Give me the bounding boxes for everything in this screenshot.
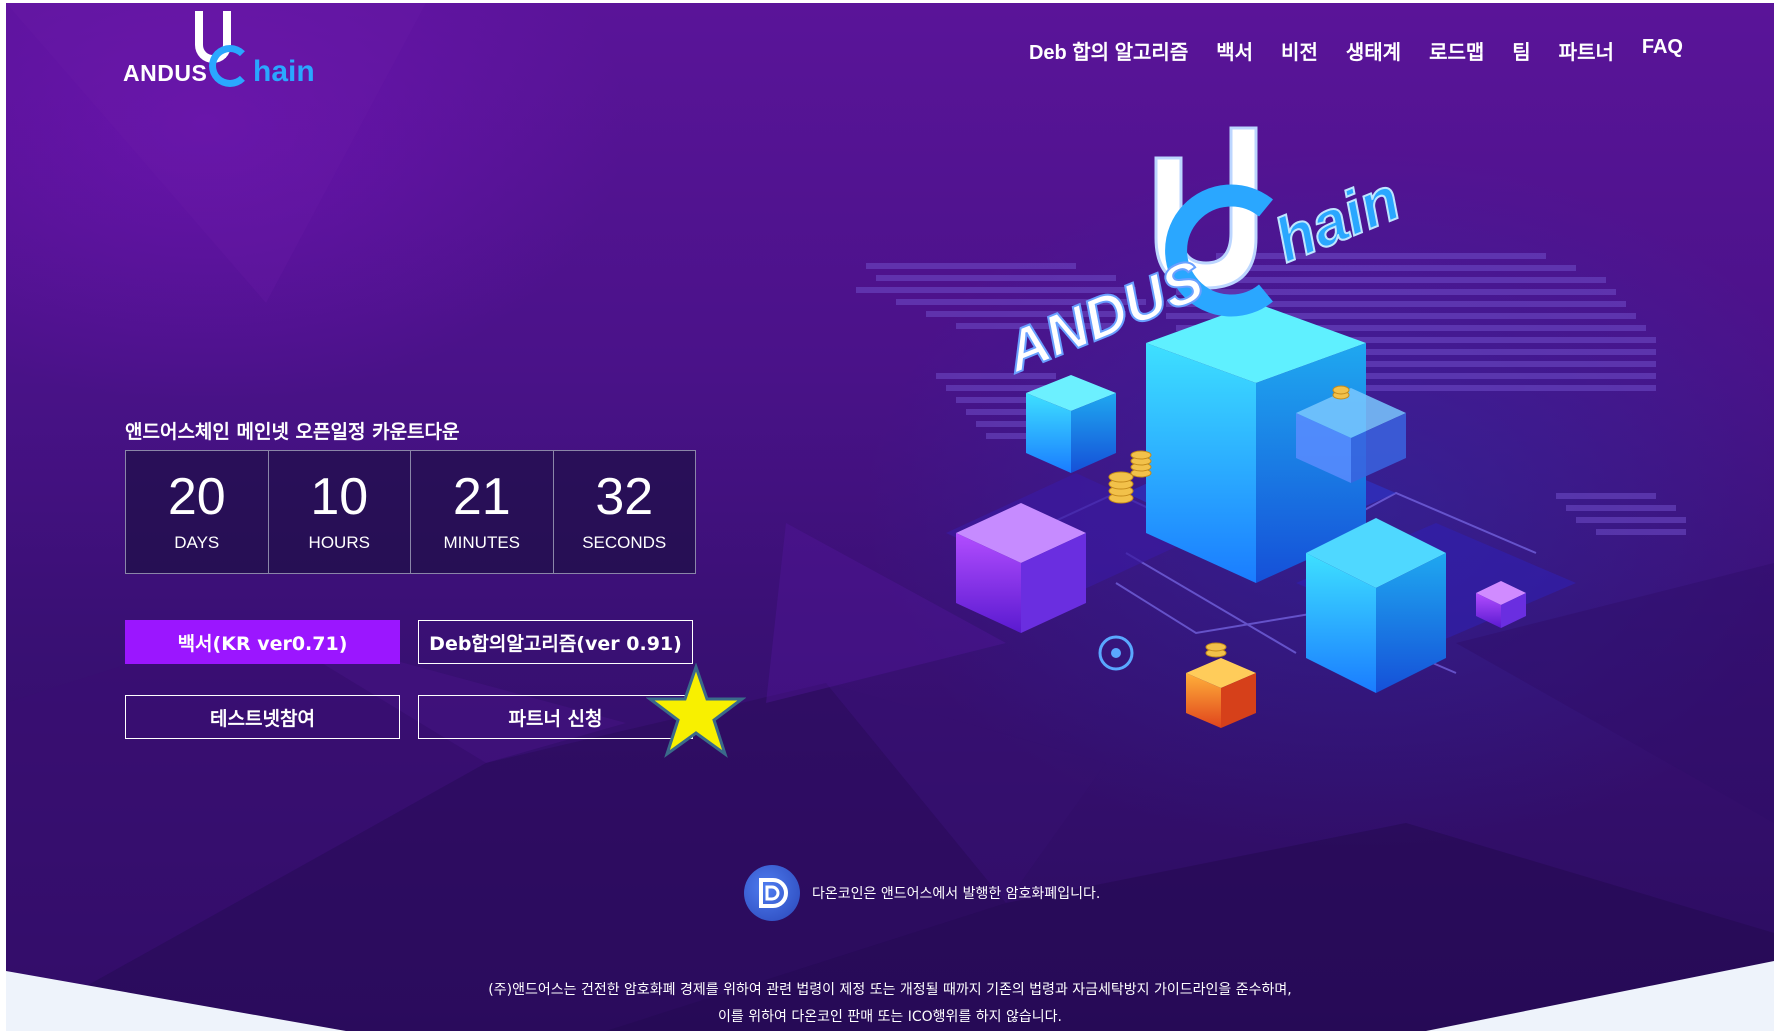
- nav-partner[interactable]: 파트너: [1559, 36, 1614, 65]
- illustration-text-hain: hain: [1265, 164, 1409, 276]
- deb-algorithm-button[interactable]: Deb합의알고리즘(ver 0.91): [418, 620, 693, 664]
- days-value: 20: [167, 468, 226, 526]
- logo-text-andus: ANDUS: [123, 60, 208, 86]
- nav-deb-algorithm[interactable]: Deb 합의 알고리즘: [1029, 36, 1188, 65]
- disclaimer-line-1: (주)앤드어스는 건전한 암호화폐 경제를 위하여 관련 법령이 제정 또는 개…: [488, 982, 1292, 998]
- nav-whitepaper[interactable]: 백서: [1216, 36, 1253, 65]
- coin-note-text: 다온코인은 앤드어스에서 발행한 암호화폐입니다.: [812, 886, 1101, 902]
- testnet-join-button[interactable]: 테스트넷참여: [125, 695, 400, 739]
- countdown-days: 20 DAYS: [126, 451, 269, 573]
- seconds-value: 32: [595, 468, 654, 526]
- andus-chain-illustration: ANDUS hain: [856, 126, 1686, 728]
- coin-note: 다온코인은 앤드어스에서 발행한 암호화폐입니다.: [744, 865, 1100, 921]
- daon-coin-icon: [744, 865, 800, 921]
- countdown-minutes: 21 MINUTES: [411, 451, 554, 573]
- logo-text-hain: hain: [253, 55, 315, 88]
- countdown-hours: 10 HOURS: [269, 451, 411, 573]
- seconds-label: SECONDS: [582, 533, 667, 552]
- minutes-value: 21: [452, 468, 511, 526]
- nav-ecosystem[interactable]: 생태계: [1346, 36, 1401, 65]
- whitepaper-button[interactable]: 백서(KR ver0.71): [125, 620, 400, 664]
- logo-c-mark: [209, 45, 251, 87]
- cube-blue-small: [1026, 375, 1116, 473]
- nav-vision[interactable]: 비전: [1281, 36, 1318, 65]
- countdown-label: 앤드어스체인 메인넷 오픈일정 카운트다운: [125, 421, 460, 443]
- days-label: DAYS: [174, 533, 220, 552]
- target-ring-icon: [1098, 635, 1134, 671]
- hours-value: 10: [310, 468, 369, 526]
- star-icon: [646, 663, 746, 758]
- minutes-label: MINUTES: [443, 533, 521, 552]
- nav-team[interactable]: 팀: [1512, 36, 1530, 65]
- nav-roadmap[interactable]: 로드맵: [1429, 36, 1484, 65]
- cube-orange: [1186, 658, 1256, 728]
- hours-label: HOURS: [308, 533, 370, 552]
- nav-faq[interactable]: FAQ: [1642, 36, 1683, 65]
- cube-layered-large: [1306, 518, 1446, 693]
- site-logo[interactable]: ANDUS hain: [123, 11, 323, 91]
- hero-section: ANDUS hain Deb 합의 알고리즘 백서 비전 생태계 로드맵 팀 파…: [6, 3, 1774, 1031]
- disclaimer-line-2: 이를 위하여 다온코인 판매 또는 ICO행위를 하지 않습니다.: [718, 1009, 1062, 1025]
- disclaimer: (주)앤드어스는 건전한 암호화폐 경제를 위하여 관련 법령이 제정 또는 개…: [6, 977, 1774, 1031]
- countdown-timer: 20 DAYS 10 HOURS 21 MINUTES 32 SECONDS: [125, 450, 696, 574]
- top-nav: Deb 합의 알고리즘 백서 비전 생태계 로드맵 팀 파트너 FAQ: [1029, 36, 1683, 65]
- countdown-seconds: 32 SECONDS: [554, 451, 696, 573]
